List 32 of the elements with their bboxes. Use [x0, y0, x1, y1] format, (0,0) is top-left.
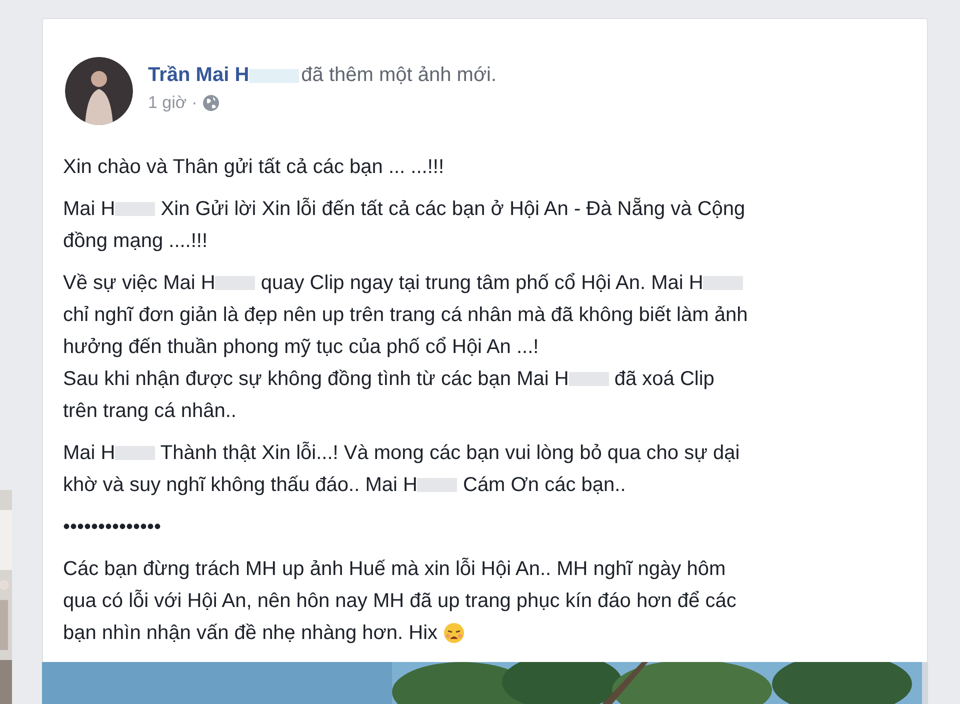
blurred-text — [215, 276, 256, 290]
globe-icon[interactable] — [202, 94, 220, 112]
post-text: Mai H — [63, 197, 116, 222]
separator-dot: · — [192, 93, 198, 113]
post-text: trên trang cá nhân.. — [63, 399, 236, 424]
post-text: Xin Gửi lời Xin lỗi đến tất cả các bạn ở Hội An - Đà Nẵng và Cộng — [160, 196, 746, 222]
blurred-text — [568, 372, 609, 386]
post-text: bạn nhìn nhận vấn đề nhẹ nhàng hơn. Hix — [63, 621, 439, 646]
blurred-text — [703, 276, 744, 290]
post-text: Về sự việc Mai H — [63, 271, 216, 296]
post-text: •••••••••••••• — [63, 515, 162, 540]
post-text: Thành thật Xin lỗi...! Và mong các bạn vui lòng bỏ qua cho sự dại — [159, 440, 740, 466]
avatar[interactable] — [65, 57, 133, 125]
post-text: chỉ nghĩ đơn giản là đẹp nên up trên trang cá nhân mà đã không biết làm ảnh — [63, 303, 748, 328]
post-text: qua có lỗi với Hội An, nên hôn nay MH đã up trang phục kín đáo hơn để các — [63, 588, 736, 614]
tired-face-emoji-icon — [443, 622, 466, 644]
post-action-text: đã thêm một ảnh mới. — [301, 64, 497, 87]
post-text: Xin chào và Thân gửi tất cả các bạn ... ...!!! — [63, 155, 444, 180]
blurred-text — [115, 202, 156, 216]
post-text: khờ và suy nghĩ không thấu đáo.. Mai H — [63, 473, 418, 498]
post-text: quay Clip ngay tại trung tâm phố cổ Hội An. Mai H — [260, 271, 704, 296]
blurred-text — [115, 446, 156, 460]
blurred-text — [417, 478, 458, 492]
post-text: Các bạn đừng trách MH up ảnh Huế mà xin lỗi Hội An.. MH nghĩ ngày hôm — [63, 556, 726, 582]
post-text: hưởng đến thuần phong mỹ tục của phố cổ Hội An ...! — [63, 335, 539, 360]
post-text: Mai H — [63, 441, 116, 466]
author-name[interactable]: Trần Mai H — [148, 64, 250, 87]
blurred-text — [249, 68, 300, 82]
post-text: Sau khi nhận được sự không đồng tình từ các bạn Mai H — [63, 367, 569, 392]
post-text: đã xoá Clip — [613, 367, 714, 392]
post-text: đồng mạng ....!!! — [63, 229, 208, 254]
post-text: Cám Ơn các bạn.. — [462, 473, 626, 498]
